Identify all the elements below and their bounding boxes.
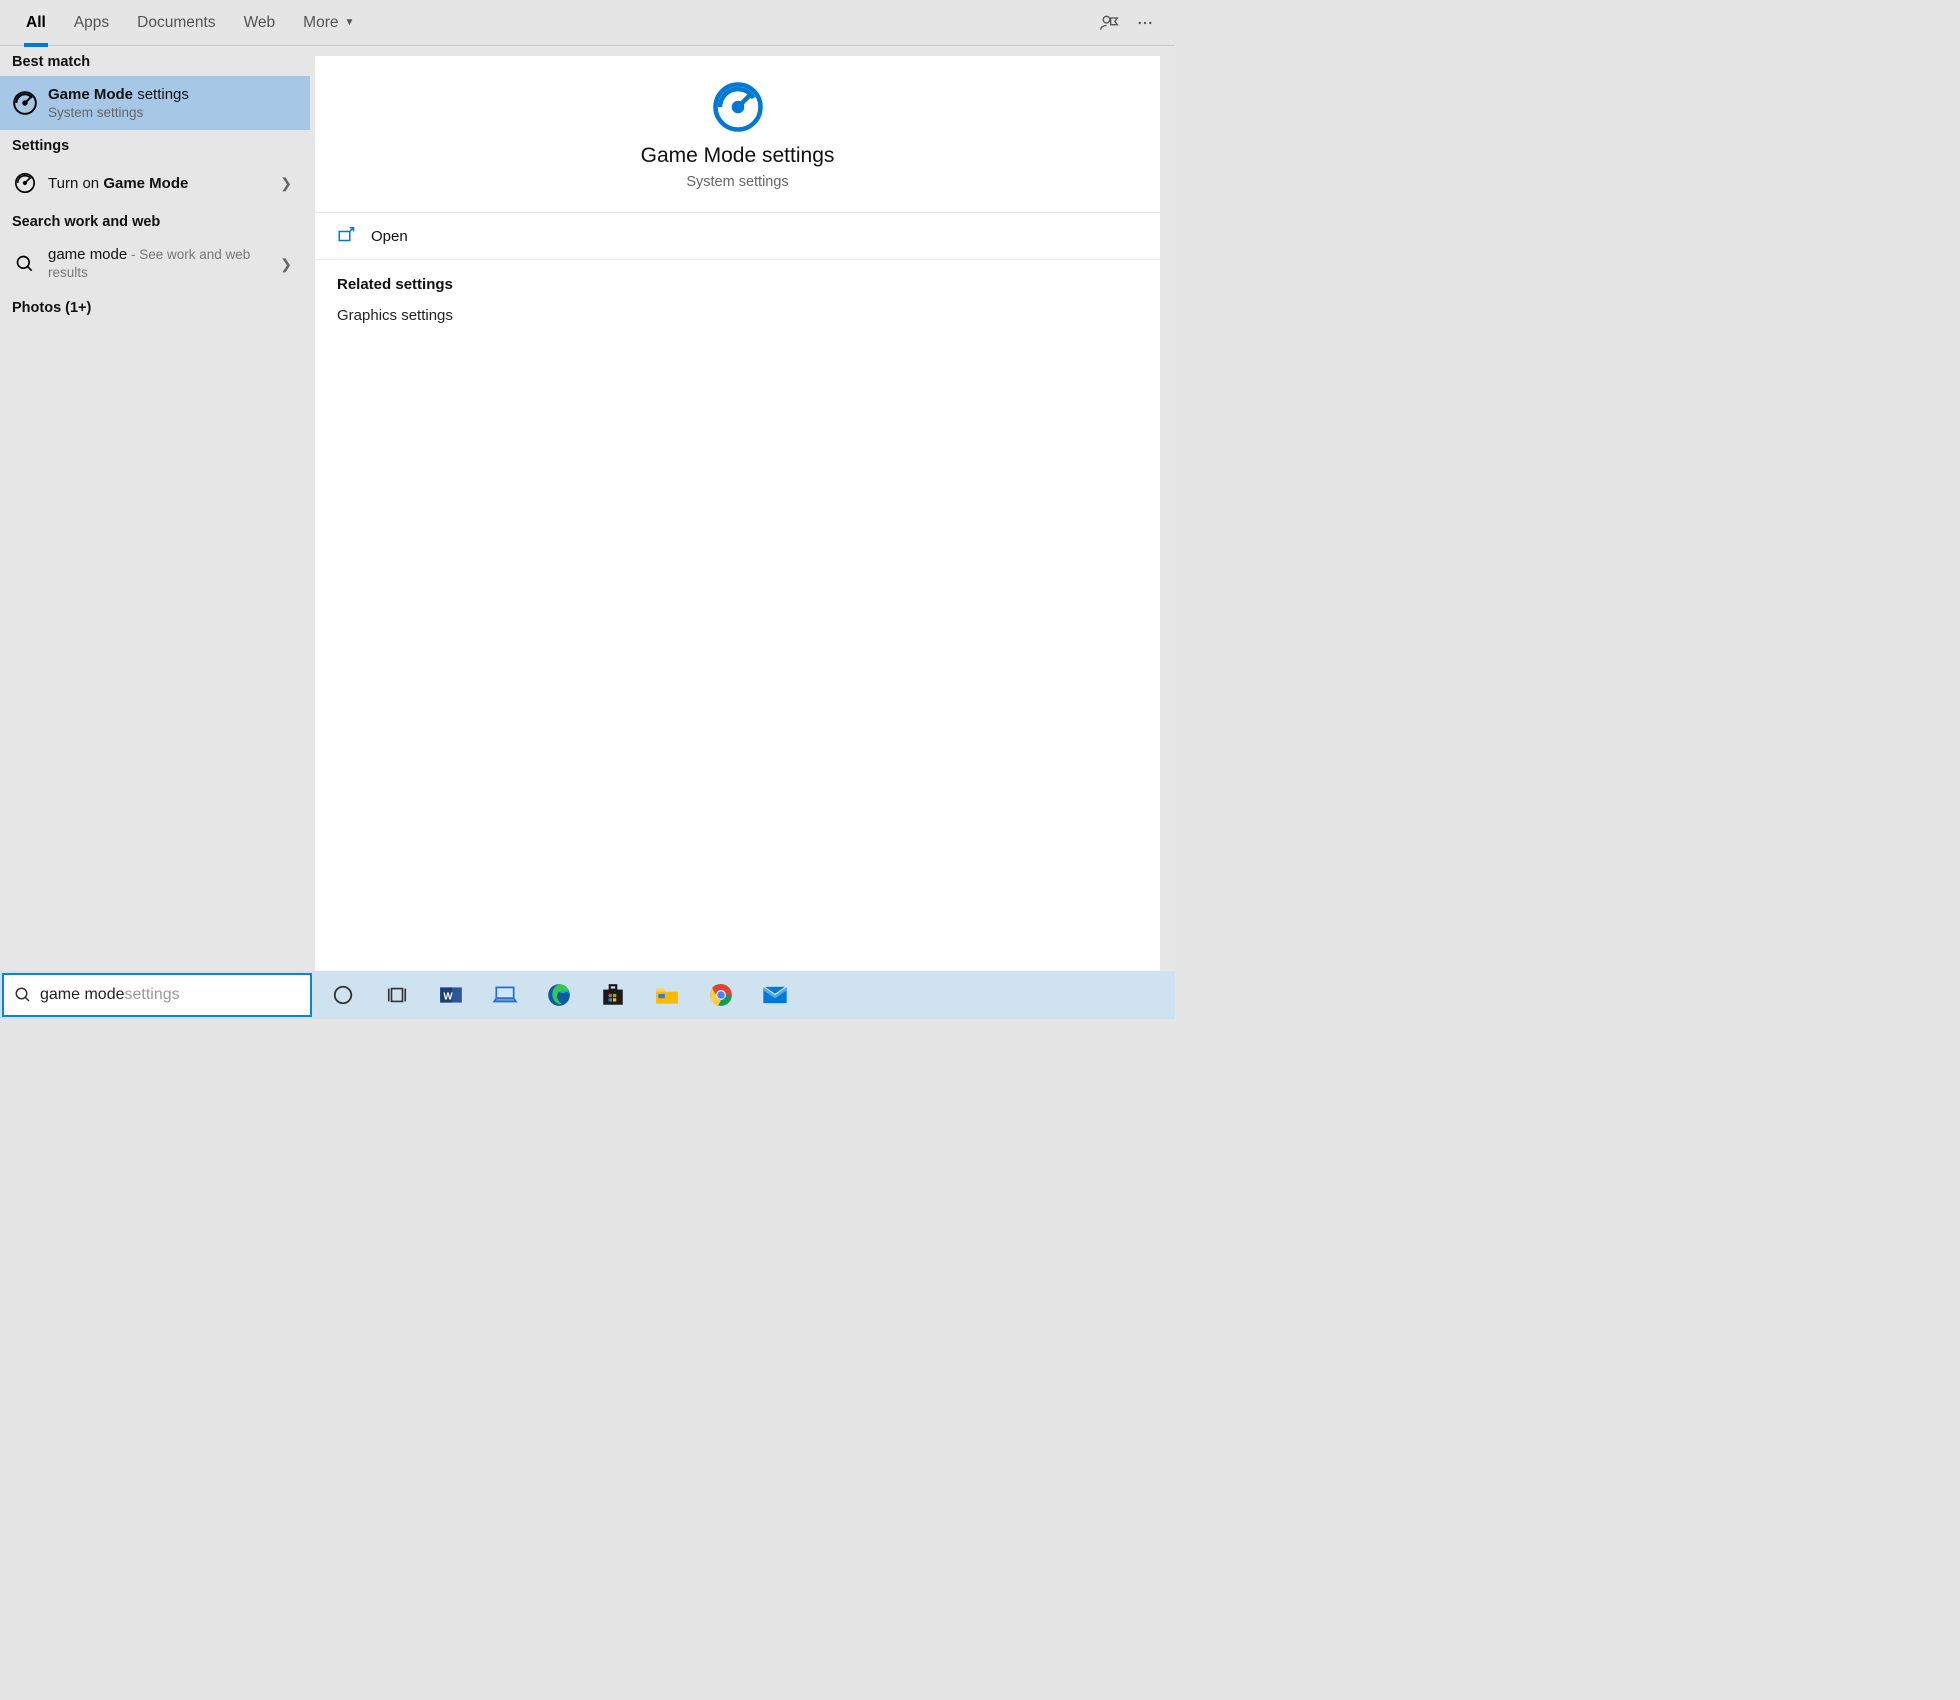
tab-documents[interactable]: Documents — [123, 0, 229, 46]
results-pane: Best match Game Mode settings System set… — [0, 46, 310, 971]
tab-web[interactable]: Web — [230, 0, 290, 46]
search-input[interactable]: game mode settings — [2, 973, 312, 1017]
settings-header: Settings — [0, 130, 310, 160]
related-graphics-settings[interactable]: Graphics settings — [315, 299, 1160, 332]
open-icon — [337, 227, 361, 245]
result-web-text: game mode — [48, 246, 127, 263]
feedback-icon[interactable] — [1091, 13, 1127, 33]
search-filter-tabs: All Apps Documents Web More ▼ — [0, 0, 1175, 46]
detail-subtitle: System settings — [686, 174, 788, 190]
gauge-icon — [12, 90, 38, 116]
action-open-label: Open — [371, 228, 408, 245]
file-explorer-icon[interactable] — [652, 980, 682, 1010]
store-icon[interactable] — [598, 980, 628, 1010]
taskbar: game mode settings W — [0, 971, 1175, 1019]
gauge-icon — [711, 80, 765, 134]
tab-apps[interactable]: Apps — [60, 0, 123, 46]
result-title-suffix: settings — [133, 86, 189, 103]
chevron-right-icon: ❯ — [274, 256, 298, 273]
cortana-icon[interactable] — [328, 980, 358, 1010]
chevron-right-icon: ❯ — [274, 175, 298, 192]
best-match-header: Best match — [0, 46, 310, 76]
result-bold: Game Mode — [103, 175, 188, 192]
tab-more[interactable]: More ▼ — [289, 0, 368, 46]
result-web-search[interactable]: game mode - See work and web results ❯ — [0, 236, 310, 292]
result-prefix: Turn on — [48, 175, 103, 192]
chevron-down-icon: ▼ — [344, 17, 354, 28]
search-typed-text: game mode — [40, 986, 125, 1004]
result-subtitle: System settings — [48, 105, 298, 120]
detail-title: Game Mode settings — [641, 144, 835, 168]
search-icon — [14, 986, 32, 1004]
word-icon[interactable]: W — [436, 980, 466, 1010]
result-game-mode-settings[interactable]: Game Mode settings System settings — [0, 76, 310, 130]
related-settings-header: Related settings — [315, 260, 1160, 299]
result-title-bold: Game Mode — [48, 86, 133, 103]
detail-pane: Game Mode settings System settings Open … — [310, 46, 1175, 971]
task-view-icon[interactable] — [382, 980, 412, 1010]
chrome-icon[interactable] — [706, 980, 736, 1010]
photos-header[interactable]: Photos (1+) — [0, 292, 310, 322]
action-open[interactable]: Open — [315, 213, 1160, 260]
more-options-icon[interactable] — [1127, 14, 1163, 32]
search-ghost-text: settings — [125, 986, 180, 1004]
svg-text:W: W — [443, 991, 453, 1002]
tab-more-label: More — [303, 14, 338, 32]
tab-all[interactable]: All — [12, 0, 60, 46]
search-icon — [12, 251, 38, 277]
edge-icon[interactable] — [544, 980, 574, 1010]
laptop-icon[interactable] — [490, 980, 520, 1010]
gauge-icon — [12, 170, 38, 196]
mail-icon[interactable] — [760, 980, 790, 1010]
result-turn-on-game-mode[interactable]: Turn on Game Mode ❯ — [0, 160, 310, 206]
work-web-header: Search work and web — [0, 206, 310, 236]
